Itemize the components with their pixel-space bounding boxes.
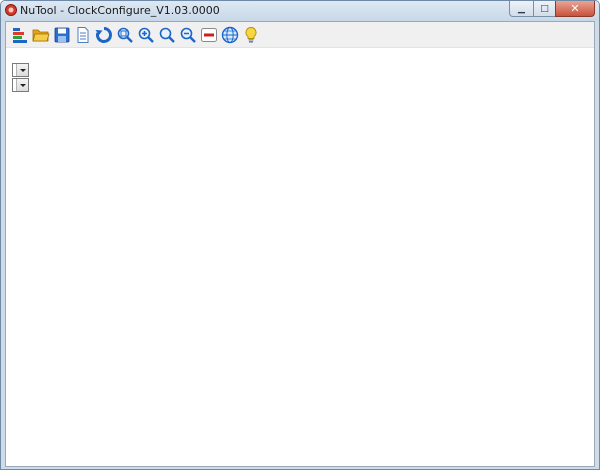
zoom-out-icon xyxy=(180,27,196,43)
zoom-reset-icon xyxy=(159,27,175,43)
open-folder-icon xyxy=(32,29,50,42)
minimize-button[interactable]: ▁ xyxy=(509,1,533,17)
chevron-down-icon xyxy=(16,64,28,76)
title-bar[interactable]: NuTool - ClockConfigure_V1.03.0000 ▁ □ ✕ xyxy=(1,1,599,21)
save-icon xyxy=(54,27,70,43)
zoom-out-button[interactable] xyxy=(178,25,198,45)
remove-button[interactable] xyxy=(199,25,219,45)
app-window: NuTool - ClockConfigure_V1.03.0000 ▁ □ ✕ xyxy=(0,0,600,470)
zoom-in-icon xyxy=(138,27,154,43)
lightbulb-icon xyxy=(245,27,257,43)
tip-button[interactable] xyxy=(241,25,261,45)
canvas-area xyxy=(6,48,594,466)
document-icon xyxy=(77,27,89,43)
zoom-in-button[interactable] xyxy=(136,25,156,45)
chevron-down-icon xyxy=(16,79,28,91)
remove-icon xyxy=(201,28,217,42)
globe-button[interactable] xyxy=(220,25,240,45)
client-area xyxy=(5,21,595,467)
zoom-fit-icon xyxy=(117,27,133,43)
open-button[interactable] xyxy=(31,25,51,45)
globe-icon xyxy=(221,26,239,44)
dropdown-1[interactable] xyxy=(12,63,29,77)
document-button[interactable] xyxy=(73,25,93,45)
refresh-icon xyxy=(95,27,112,43)
app-icon xyxy=(5,4,17,16)
save-button[interactable] xyxy=(52,25,72,45)
close-icon: ✕ xyxy=(570,2,580,15)
toolbar xyxy=(6,22,594,48)
zoom-fit-button[interactable] xyxy=(115,25,135,45)
window-controls: ▁ □ ✕ xyxy=(509,1,595,17)
dropdown-2[interactable] xyxy=(12,78,29,92)
window-title: NuTool - ClockConfigure_V1.03.0000 xyxy=(20,4,220,17)
zoom-reset-button[interactable] xyxy=(157,25,177,45)
close-button[interactable]: ✕ xyxy=(555,1,595,17)
maximize-icon: □ xyxy=(540,3,549,14)
maximize-button[interactable]: □ xyxy=(533,1,555,17)
chip-select-icon xyxy=(13,28,27,43)
refresh-button[interactable] xyxy=(94,25,114,45)
minimize-icon: ▁ xyxy=(518,3,525,14)
chip-select-button[interactable] xyxy=(10,25,30,45)
